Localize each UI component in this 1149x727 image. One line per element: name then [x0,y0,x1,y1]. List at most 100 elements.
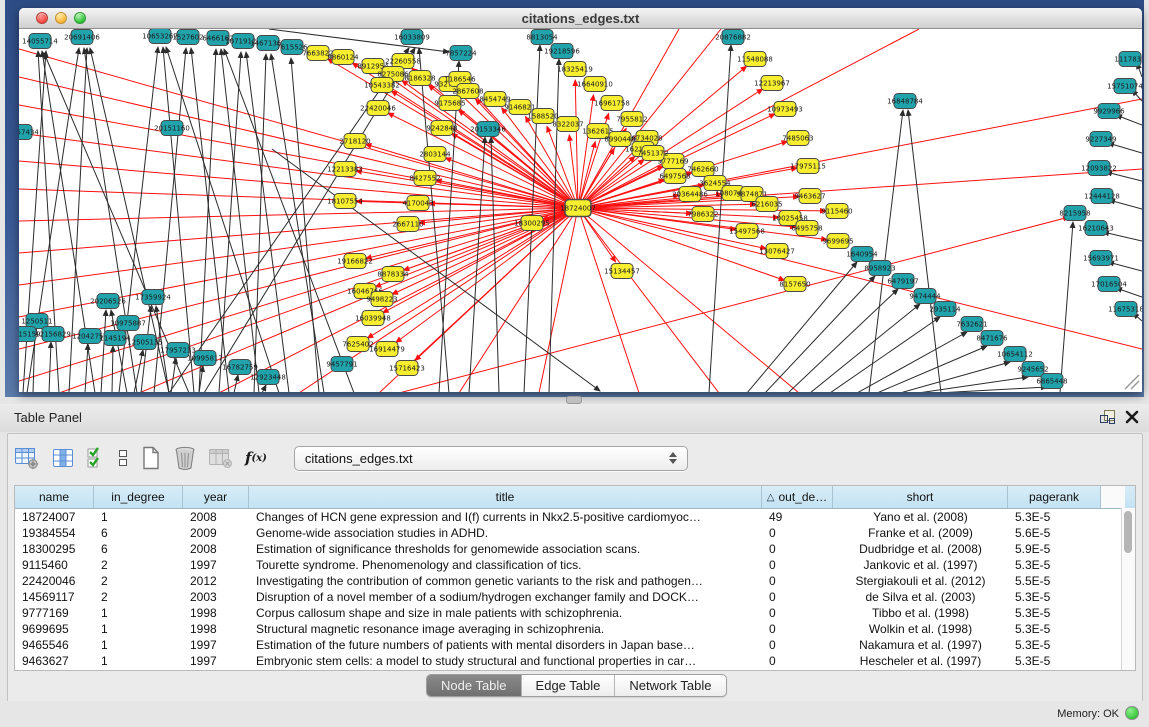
column-header-year[interactable]: year [183,486,249,508]
table-cell-name[interactable]: 9465546 [15,637,94,653]
tab-network-table[interactable]: Network Table [615,675,725,696]
table-cell-year[interactable]: 1997 [183,653,249,669]
function-builder-button[interactable]: f(x) [245,449,267,467]
table-cell-short[interactable]: Wolkin et al. (1998) [833,621,1008,637]
table-cell-indegree[interactable]: 6 [94,541,183,557]
table-row[interactable]: 911546021997Tourette syndrome. Phenomeno… [15,557,1135,573]
create-column-button[interactable] [140,445,162,471]
table-cell-indegree[interactable]: 2 [94,573,183,589]
table-cell-outde[interactable]: 0 [762,573,833,589]
table-cell-year[interactable]: 2003 [183,589,249,605]
table-cell-indegree[interactable]: 2 [94,557,183,573]
table-cell-year[interactable]: 1998 [183,605,249,621]
table-cell-short[interactable]: Stergiakouli et al. (2012) [833,573,1008,589]
table-cell-year[interactable]: 2012 [183,573,249,589]
table-row[interactable]: 1456911722003Disruption of a novel membe… [15,589,1135,605]
table-row[interactable]: 969969511998Structural magnetic resonanc… [15,621,1135,637]
tab-node-table[interactable]: Node Table [427,675,522,696]
table-cell-short[interactable]: Hescheler et al. (1997) [833,653,1008,669]
table-cell-outde[interactable]: 0 [762,557,833,573]
table-cell-year[interactable]: 1998 [183,621,249,637]
table-cell-pagerank[interactable]: 5.3E-5 [1008,637,1101,653]
network-window[interactable]: citations_edges.txt 14055714206914061065… [19,8,1142,392]
table-cell-title[interactable]: Tourette syndrome. Phenomenology and cla… [249,557,762,573]
canvas-resize-grip[interactable] [1125,375,1139,389]
table-cell-pagerank[interactable]: 5.5E-5 [1008,573,1101,589]
table-cell-name[interactable]: 18724007 [15,509,94,525]
select-all-button[interactable] [86,446,106,470]
table-cell-name[interactable]: 19384554 [15,525,94,541]
table-cell-title[interactable]: Embryonic stem cells: a model to study s… [249,653,762,669]
table-cell-indegree[interactable]: 1 [94,637,183,653]
table-cell-indegree[interactable]: 6 [94,525,183,541]
table-cell-indegree[interactable]: 2 [94,589,183,605]
table-row[interactable]: 977716911998Corpus callosum shape and si… [15,605,1135,621]
show-columns-button[interactable] [51,447,75,469]
table-cell-name[interactable]: 18300295 [15,541,94,557]
network-window-titlebar[interactable]: citations_edges.txt [19,8,1142,29]
table-cell-pagerank[interactable]: 5.3E-5 [1008,621,1101,637]
table-cell-outde[interactable]: 0 [762,589,833,605]
table-row[interactable]: 1872400712008Changes of HCN gene express… [15,509,1135,525]
table-cell-year[interactable]: 2009 [183,525,249,541]
delete-column-button[interactable] [173,445,197,471]
column-header-outde[interactable]: △out_de… [762,486,833,508]
scrollbar-thumb[interactable] [1124,511,1132,553]
table-cell-title[interactable]: Genome-wide association studies in ADHD. [249,525,762,541]
table-cell-name[interactable]: 9115460 [15,557,94,573]
table-cell-outde[interactable]: 0 [762,541,833,557]
table-cell-title[interactable]: Changes of HCN gene expression and I(f) … [249,509,762,525]
table-cell-indegree[interactable]: 1 [94,621,183,637]
table-cell-title[interactable]: Disruption of a novel member of a sodium… [249,589,762,605]
table-cell-short[interactable]: Franke et al. (2009) [833,525,1008,541]
table-cell-indegree[interactable]: 1 [94,653,183,669]
table-selector-dropdown[interactable]: citations_edges.txt [294,446,688,471]
table-cell-year[interactable]: 1997 [183,637,249,653]
table-cell-name[interactable]: 9699695 [15,621,94,637]
column-header-indegree[interactable]: in_degree [94,486,183,508]
table-cell-outde[interactable]: 0 [762,653,833,669]
table-row[interactable]: 1938455462009Genome-wide association stu… [15,525,1135,541]
row-options-button[interactable] [117,446,129,470]
float-panel-icon[interactable] [1100,409,1115,424]
table-cell-outde[interactable]: 0 [762,637,833,653]
table-cell-pagerank[interactable]: 5.3E-5 [1008,589,1101,605]
table-cell-year[interactable]: 1997 [183,557,249,573]
table-cell-indegree[interactable]: 1 [94,605,183,621]
table-row[interactable]: 1830029562008Estimation of significance … [15,541,1135,557]
table-cell-short[interactable]: Dudbridge et al. (2008) [833,541,1008,557]
table-cell-pagerank[interactable]: 5.3E-5 [1008,557,1101,573]
table-cell-indegree[interactable]: 1 [94,509,183,525]
table-cell-name[interactable]: 9463627 [15,653,94,669]
table-cell-pagerank[interactable]: 5.3E-5 [1008,509,1101,525]
table-vertical-scrollbar[interactable] [1121,508,1135,670]
column-header-short[interactable]: short [833,486,1008,508]
column-header-pagerank[interactable]: pagerank [1008,486,1101,508]
table-cell-title[interactable]: Structural magnetic resonance image aver… [249,621,762,637]
table-cell-outde[interactable]: 0 [762,621,833,637]
table-cell-pagerank[interactable]: 5.3E-5 [1008,653,1101,669]
node-table[interactable]: namein_degreeyeartitle△out_de…shortpager… [14,485,1136,671]
column-header-title[interactable]: title [249,486,762,508]
table-cell-name[interactable]: 22420046 [15,573,94,589]
table-cell-title[interactable]: Estimation of the future numbers of pati… [249,637,762,653]
close-panel-icon[interactable] [1125,410,1139,424]
table-cell-short[interactable]: Nakamura et al. (1997) [833,637,1008,653]
table-cell-title[interactable]: Corpus callosum shape and size in male p… [249,605,762,621]
table-cell-year[interactable]: 2008 [183,509,249,525]
table-cell-name[interactable]: 14569117 [15,589,94,605]
column-header-name[interactable]: name [15,486,94,508]
table-cell-short[interactable]: Tibbo et al. (1998) [833,605,1008,621]
table-cell-pagerank[interactable]: 5.6E-5 [1008,525,1101,541]
table-cell-short[interactable]: Yano et al. (2008) [833,509,1008,525]
table-cell-title[interactable]: Estimation of significance thresholds fo… [249,541,762,557]
network-graph[interactable]: 1405571420691406106532671527602646616210… [19,29,1142,392]
table-row[interactable]: 946362711997Embryonic stem cells: a mode… [15,653,1135,669]
table-cell-short[interactable]: Jankovic et al. (1997) [833,557,1008,573]
table-mode-button[interactable] [14,446,40,470]
table-cell-name[interactable]: 9777169 [15,605,94,621]
table-cell-year[interactable]: 2008 [183,541,249,557]
tab-edge-table[interactable]: Edge Table [522,675,616,696]
network-canvas[interactable]: 1405571420691406106532671527602646616210… [19,29,1142,392]
table-cell-outde[interactable]: 49 [762,509,833,525]
